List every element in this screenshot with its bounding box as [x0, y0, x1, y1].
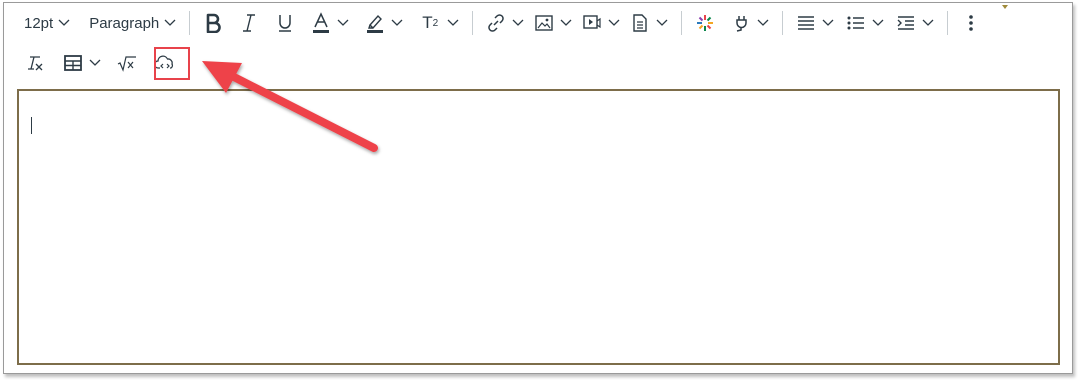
- rich-content-editor: 12pt Paragraph T2: [3, 2, 1073, 374]
- annotation-arrow: [202, 61, 378, 152]
